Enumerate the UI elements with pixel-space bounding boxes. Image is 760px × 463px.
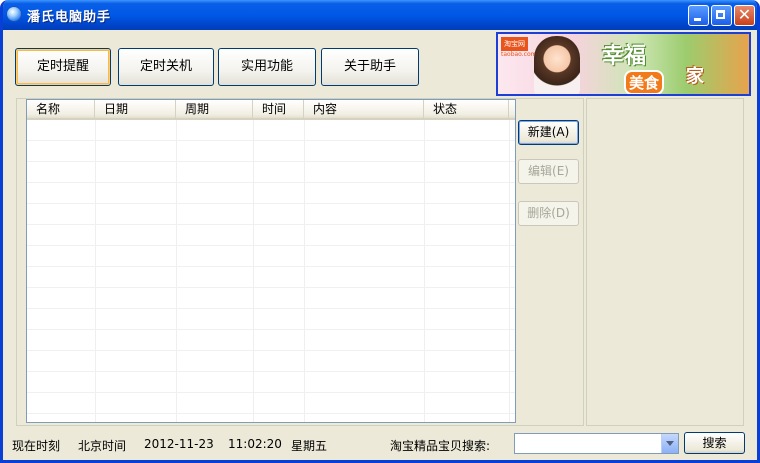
- tab-utilities[interactable]: 实用功能: [218, 48, 316, 86]
- grid-line: [176, 120, 177, 422]
- banner-model-image: [534, 36, 580, 94]
- grid-line: [27, 371, 515, 372]
- ad-banner[interactable]: 淘宝网 taobao.com 幸福 美食 家: [496, 32, 751, 96]
- tab-timed-shutdown[interactable]: 定时关机: [118, 48, 214, 86]
- banner-slogan-food: 美食: [624, 70, 665, 94]
- taobao-logo: 淘宝网: [501, 37, 528, 51]
- grid-line: [304, 120, 305, 422]
- close-button[interactable]: ✕: [734, 5, 755, 26]
- delete-button[interactable]: 删除(D): [518, 201, 579, 226]
- status-now-label: 现在时刻: [12, 439, 61, 453]
- banner-slogan-happiness: 幸福: [602, 44, 647, 69]
- status-time: 11:02:20: [228, 437, 282, 451]
- tab-timed-reminder[interactable]: 定时提醒: [15, 48, 111, 86]
- tab-about[interactable]: 关于助手: [321, 48, 419, 86]
- column-header-date[interactable]: 日期: [95, 100, 176, 118]
- window-title: 潘氏电脑助手: [27, 10, 112, 25]
- search-label: 淘宝精品宝贝搜索:: [390, 439, 491, 453]
- grid-line: [27, 350, 515, 351]
- minimize-button[interactable]: [688, 5, 709, 26]
- main-window: 潘氏电脑助手 ✕ 定时提醒 定时关机 实用功能 关于助手 淘宝网 taobao.…: [0, 0, 760, 463]
- banner-slogan-home: 家: [686, 66, 704, 87]
- column-header-content[interactable]: 内容: [304, 100, 424, 118]
- grid-line: [253, 120, 254, 422]
- edit-button[interactable]: 编辑(E): [518, 159, 579, 184]
- status-weekday: 星期五: [291, 439, 328, 453]
- grid-line: [27, 308, 515, 309]
- title-bar[interactable]: 潘氏电脑助手 ✕: [3, 0, 757, 30]
- grid-line: [509, 120, 510, 422]
- taobao-logo-sub: taobao.com: [501, 51, 537, 58]
- column-header-name[interactable]: 名称: [27, 100, 95, 118]
- new-button[interactable]: 新建(A): [518, 120, 579, 145]
- grid-line: [27, 161, 515, 162]
- grid-line: [27, 329, 515, 330]
- grid-line: [27, 224, 515, 225]
- grid-line: [27, 287, 515, 288]
- grid-line: [95, 120, 96, 422]
- chevron-down-icon[interactable]: [661, 434, 678, 453]
- minimize-icon: [694, 18, 701, 21]
- grid-line: [27, 203, 515, 204]
- maximize-icon: [716, 10, 725, 19]
- reminder-list[interactable]: 名称 日期 周期 时间 内容 状态: [26, 99, 516, 423]
- grid-line: [27, 413, 515, 414]
- maximize-button[interactable]: [711, 5, 732, 26]
- grid-line: [27, 182, 515, 183]
- list-header: 名称 日期 周期 时间 内容 状态: [27, 100, 515, 120]
- grid-line: [27, 245, 515, 246]
- search-combobox[interactable]: [514, 433, 679, 454]
- status-timezone: 北京时间: [78, 439, 127, 453]
- close-icon: ✕: [737, 5, 752, 24]
- right-panel: [586, 98, 744, 426]
- app-icon[interactable]: [7, 7, 21, 21]
- grid-line: [424, 120, 425, 422]
- grid-line: [27, 266, 515, 267]
- status-date: 2012-11-23: [144, 437, 214, 451]
- grid-line: [27, 392, 515, 393]
- search-button[interactable]: 搜索: [684, 432, 745, 454]
- column-header-time[interactable]: 时间: [253, 100, 304, 118]
- grid-line: [27, 140, 515, 141]
- column-header-status[interactable]: 状态: [424, 100, 509, 118]
- column-header-cycle[interactable]: 周期: [176, 100, 253, 118]
